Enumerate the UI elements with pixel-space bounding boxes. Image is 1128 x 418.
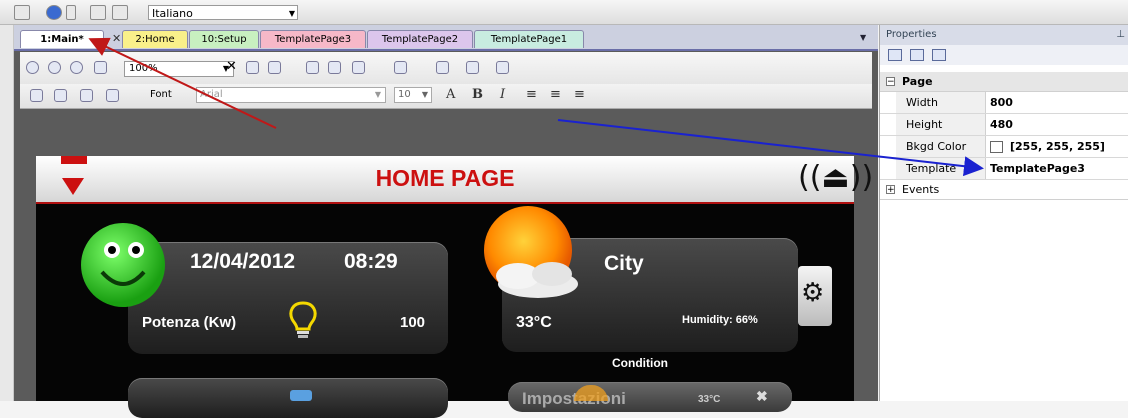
- blue-arrow: [557, 119, 984, 177]
- red-arrow: [88, 37, 277, 129]
- annotation-arrows: [88, 37, 984, 177]
